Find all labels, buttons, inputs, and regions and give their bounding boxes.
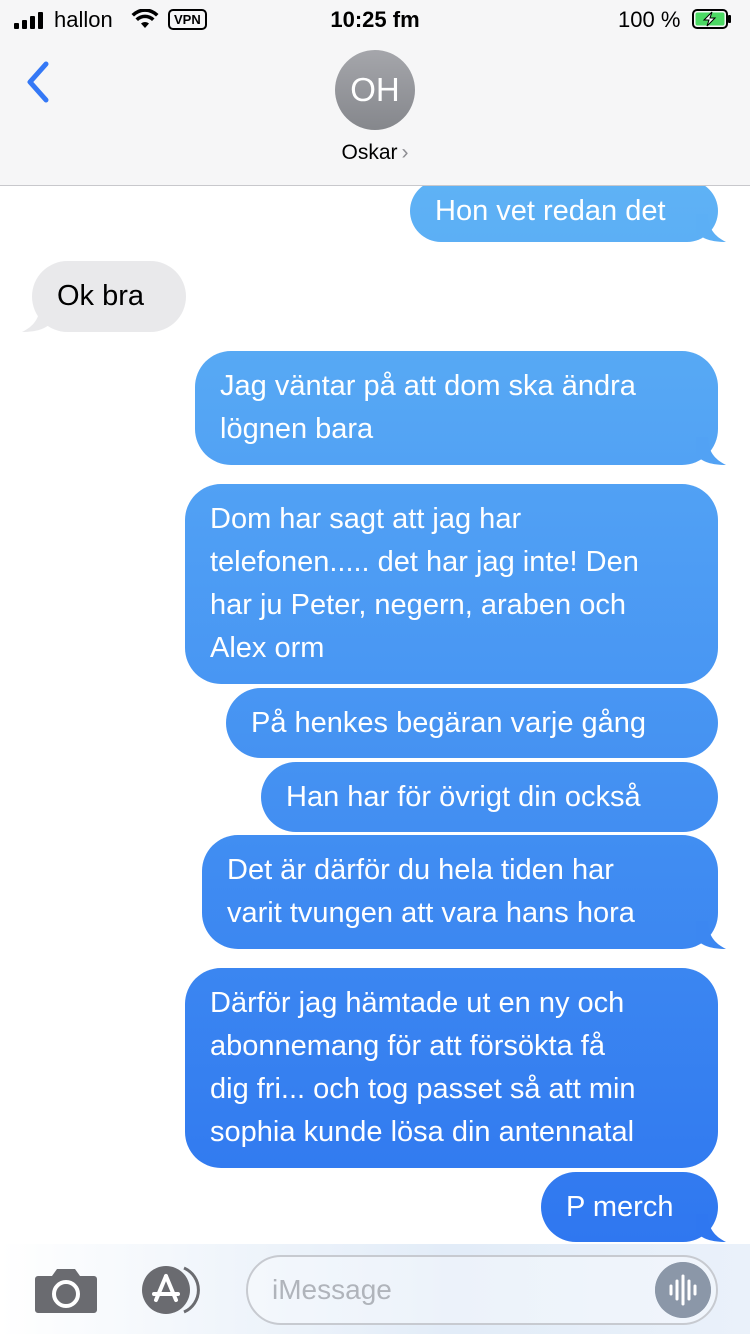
message-text-line: Det är därför du hela tiden har <box>227 854 614 886</box>
message-text-line: Han har för övrigt din också <box>286 781 641 813</box>
message-text-line: Därför jag hämtade ut en ny och <box>210 987 625 1019</box>
sent-message-bubble[interactable]: P merch <box>541 1172 718 1242</box>
imessage-input[interactable] <box>246 1255 718 1325</box>
sent-message-bubble[interactable]: Han har för övrigt din också <box>261 762 718 832</box>
bubble-tail <box>696 214 726 242</box>
message-text-line: På henkes begäran varje gång <box>251 707 647 739</box>
back-chevron-icon[interactable] <box>20 58 56 106</box>
message-text-line: P merch <box>566 1191 674 1223</box>
message-text-line: har ju Peter, negern, araben och <box>210 589 626 621</box>
message-text-line: varit tvungen att vara hans hora <box>227 897 635 929</box>
audio-waveform-icon[interactable] <box>655 1262 711 1318</box>
camera-icon[interactable] <box>34 1266 98 1314</box>
contact-chevron-icon: › <box>401 141 409 164</box>
sent-message-bubble[interactable]: På henkes begäran varje gång <box>226 688 718 758</box>
bubble-tail <box>696 921 726 949</box>
compose-bar <box>0 1244 750 1334</box>
status-bar: hallon VPN 10:25 fm 100 % <box>0 0 750 40</box>
conversation-header: hallon VPN 10:25 fm 100 % OH Oskar › <box>0 0 750 186</box>
message-text-line: telefonen..... det har jag inte! Den <box>210 546 639 578</box>
bubble-tail <box>696 1214 726 1242</box>
message-text-line: Dom har sagt att jag har <box>210 503 522 535</box>
battery-percentage: 100 % <box>618 7 681 32</box>
battery-charging-icon <box>692 9 731 29</box>
message-text-line: abonnemang för att försökta få <box>210 1030 605 1062</box>
message-text-line: lögnen bara <box>220 413 374 445</box>
sent-message-bubble[interactable]: Därför jag hämtade ut en ny och abonneman… <box>185 968 718 1168</box>
sent-message-bubble[interactable]: Dom har sagt att jag har telefonen..... d… <box>185 484 718 684</box>
sent-message-bubble[interactable]: Det är därför du hela tiden har varit tvu… <box>202 835 718 949</box>
contact-name: Oskar <box>341 141 398 164</box>
message-text-line: Jag väntar på att dom ska ändra <box>220 370 636 402</box>
sent-message-bubble[interactable]: Jag väntar på att dom ska ändra lögnen ba… <box>195 351 718 465</box>
message-text-line: Hon vet redan det <box>435 195 666 227</box>
message-text-line: dig fri... och tog passet så att min <box>210 1073 636 1105</box>
bubble-tail <box>22 304 52 332</box>
message-text-line: Ok bra <box>57 280 145 312</box>
contact-avatar[interactable]: OH <box>335 50 415 130</box>
message-text-line: Alex orm <box>210 632 325 664</box>
app-store-icon[interactable] <box>140 1264 212 1316</box>
message-text-line: sophia kunde lösa din antennatal <box>210 1116 635 1148</box>
bubble-tail <box>696 437 726 465</box>
contact-name-button[interactable]: Oskar › <box>0 141 750 165</box>
received-message-bubble[interactable]: Ok bra <box>32 261 186 332</box>
sent-message-bubble[interactable]: Hon vet redan det <box>410 180 718 242</box>
